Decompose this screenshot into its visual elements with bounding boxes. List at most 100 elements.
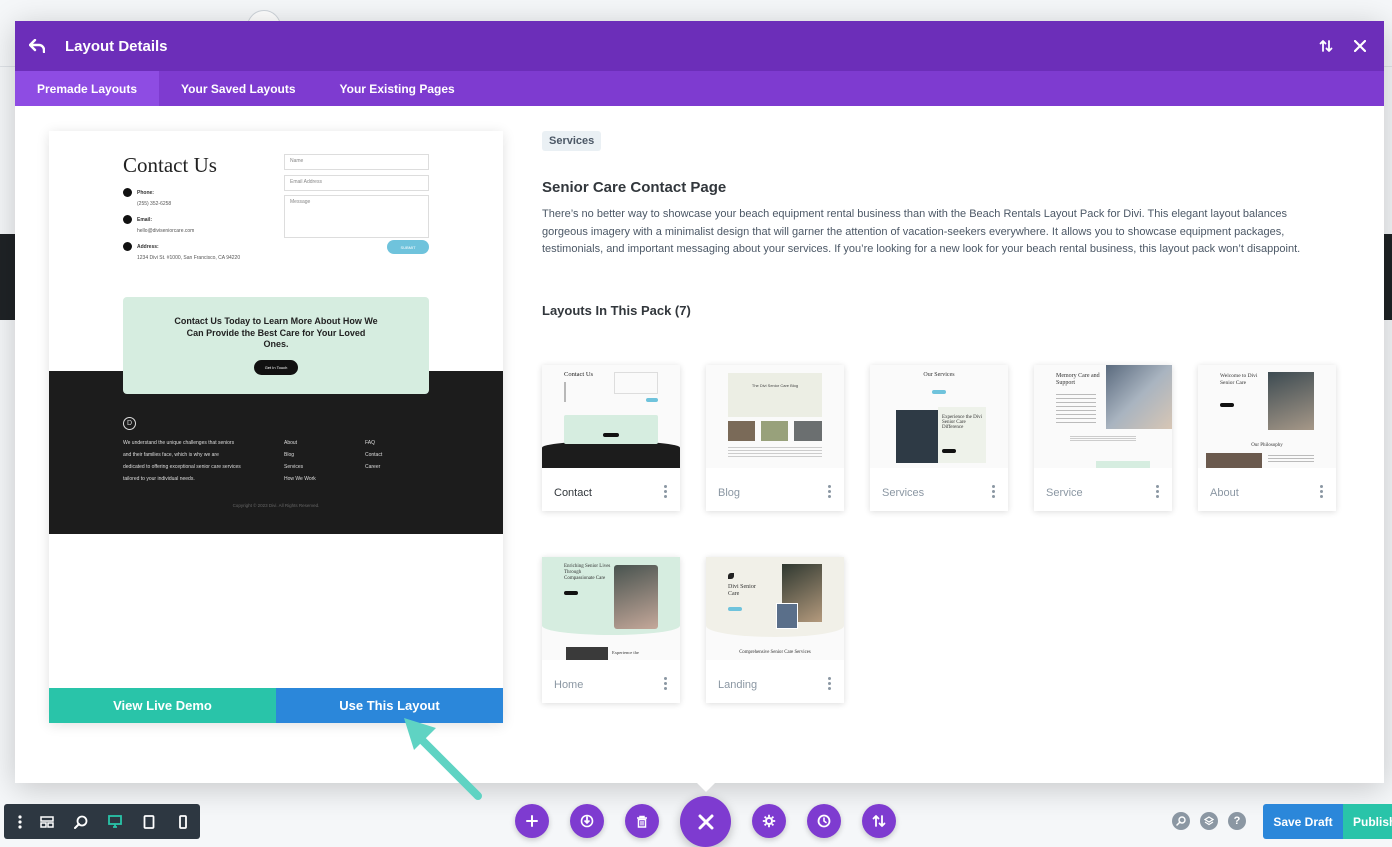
more-options-icon[interactable] [664,677,668,690]
preview-footer [49,371,503,534]
preview-email-value: hello@diviseniorcare.com [137,228,195,234]
sort-arrows-icon[interactable] [1316,36,1336,56]
more-options-icon[interactable] [828,485,832,498]
wireframe-view-icon[interactable] [30,804,64,839]
preview-address-label: Address: [137,243,159,250]
layout-card-about[interactable]: Welcome to Divi Senior Care Our Philosop… [1198,365,1336,511]
pack-layouts-heading: Layouts In This Pack (7) [542,303,691,318]
layout-card-services[interactable]: Our Services Experience the Divi Senior … [870,365,1008,511]
layout-card-landing[interactable]: Divi Senior Care Comprehensive Senior Ca… [706,557,844,703]
close-icon[interactable] [1350,36,1370,56]
card-label: Services [882,487,925,499]
layers-icon[interactable] [1200,812,1218,830]
page-dark-section-left [0,234,15,320]
more-options-icon[interactable] [664,485,668,498]
layout-thumbnail: Divi Senior Care Comprehensive Senior Ca… [706,557,844,660]
preview-phone: Phone: (255) 352-6258 [123,188,283,207]
modal-pointer [696,782,716,792]
footer-link: Services [284,464,304,470]
more-options-icon[interactable] [992,485,996,498]
tab-saved-layouts[interactable]: Your Saved Layouts [159,71,317,106]
modal-title: Layout Details [65,37,168,55]
preview-phone-label: Phone: [137,189,154,196]
preview-footer-links-2: FAQ Contact Career [365,437,382,473]
more-options-icon[interactable] [828,677,832,690]
category-tag[interactable]: Services [542,131,602,151]
preview-title: Contact Us [123,153,217,177]
help-icon[interactable]: ? [1228,812,1246,830]
publish-button[interactable]: Publish [1343,804,1392,839]
preview-actions: View Live Demo Use This Layout [49,688,503,723]
thumb-title: Welcome to Divi Senior Care [1220,373,1258,386]
preview-email-label: Email: [137,216,153,223]
layout-thumbnail: The Divi Senior Care Blog [706,365,844,468]
back-arrow-icon[interactable] [29,38,45,54]
layout-preview: Contact Us Phone: (255) 352-6258 Email: … [49,131,503,723]
layout-thumbnail: Enriching Senior Lives Through Compassio… [542,557,680,660]
add-icon[interactable] [515,804,549,838]
preview-footer-about: We understand the unique challenges that… [123,440,241,482]
thumb-title: Divi Senior Care [728,584,756,597]
layout-card-blog[interactable]: The Divi Senior Care Blog Blog [706,365,844,511]
more-options-icon[interactable] [1156,485,1160,498]
thumb-subtitle: Our Philosophy [1251,443,1283,448]
tab-existing-pages[interactable]: Your Existing Pages [318,71,477,106]
preview-message-field: Message [284,195,429,238]
menu-dots-icon[interactable] [10,804,30,839]
card-label: Contact [554,487,592,499]
preview-name-field: Name [284,154,429,170]
portability-arrows-icon[interactable] [862,804,896,838]
tablet-view-icon[interactable] [132,804,166,839]
layout-card-service[interactable]: Memory Care and Support Service [1034,365,1172,511]
card-label: Landing [718,679,758,691]
footer-link: Contact [365,452,383,458]
preview-submit-button: SUBMIT [387,240,429,254]
layout-card-home[interactable]: Enriching Senior Lives Through Compassio… [542,557,680,703]
zoom-icon[interactable] [64,804,98,839]
page-dark-section-right [1384,234,1392,320]
preview-cta-button: Get In Touch [253,359,299,375]
modal-header: Layout Details [15,21,1384,71]
settings-gear-icon[interactable] [752,804,786,838]
thumb-title: Enriching Senior Lives Through Compassio… [564,564,611,581]
more-options-icon[interactable] [1320,485,1324,498]
footer-link: Blog [284,452,295,458]
save-draft-button[interactable]: Save Draft [1263,804,1343,839]
use-this-layout-button[interactable]: Use This Layout [276,688,503,723]
layout-description: There’s no better way to showcase your b… [542,208,1301,255]
footer-link: Career [365,464,381,470]
preview-divi-logo-icon: D [123,417,136,430]
footer-link: FAQ [365,440,376,446]
card-label: About [1210,487,1239,499]
footer-link: About [284,440,298,446]
layout-title: Senior Care Contact Page [542,179,727,196]
layout-thumbnail: Contact Us [542,365,680,468]
layout-thumbnail: Our Services Experience the Divi Senior … [870,365,1008,468]
history-clock-icon[interactable] [807,804,841,838]
thumb-title: Contact Us [564,371,594,378]
card-label: Service [1046,487,1083,499]
preview-email-field: Email Address [284,175,429,191]
footer-link: How We Work [284,476,316,482]
desktop-view-icon[interactable] [98,804,132,839]
power-icon[interactable] [570,804,604,838]
preview-cta-box: Contact Us Today to Learn More About How… [123,297,429,394]
preview-phone-value: (255) 352-6258 [137,201,172,207]
thumb-title: Memory Care and Support [1056,373,1100,386]
close-builder-icon[interactable] [680,796,731,847]
preview-cta-text: Contact Us Today to Learn More About How… [174,316,378,349]
thumb-title: The Divi Senior Care Blog [751,383,799,388]
thumb-title: Our Services [923,372,955,378]
layout-details-modal: Layout Details Premade Layouts Your Save… [15,21,1384,783]
layout-thumbnail: Welcome to Divi Senior Care Our Philosop… [1198,365,1336,468]
modal-tabs: Premade Layouts Your Saved Layouts Your … [15,71,1384,106]
layout-card-contact[interactable]: Contact Us Contact [542,365,680,511]
search-icon[interactable] [1172,812,1190,830]
thumb-subtitle: Comprehensive Senior Care Services [739,650,811,655]
preview-address-value: 1234 Divi St. #1000, San Francisco, CA 9… [137,255,241,261]
trash-icon[interactable] [625,804,659,838]
view-live-demo-button[interactable]: View Live Demo [49,688,276,723]
tab-premade-layouts[interactable]: Premade Layouts [15,71,160,106]
phone-view-icon[interactable] [166,804,200,839]
preview-footer-links-1: About Blog Services How We Work [284,437,316,485]
